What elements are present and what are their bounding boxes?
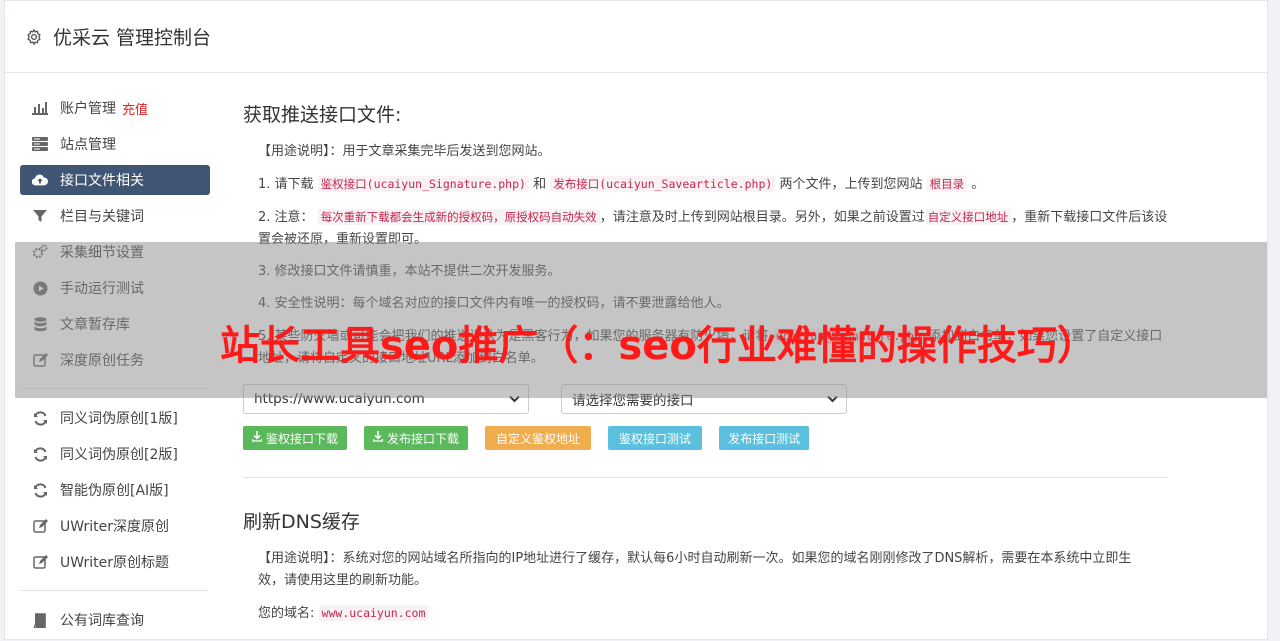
sidebar-item-label: UWriter原创标题 — [60, 555, 169, 571]
sidebar-item-label: 栏目与关键词 — [60, 209, 144, 225]
sign-test-label: 鉴权接口测试 — [619, 431, 692, 446]
filter-icon — [32, 208, 48, 224]
sidebar-item-public-dictionary[interactable]: 公有词库查询 — [20, 605, 210, 635]
recharge-link[interactable]: 充值 — [122, 99, 148, 118]
sidebar-item-synonym-v2[interactable]: 同义词伪原创[2版] — [20, 439, 210, 469]
sidebar-item-label: UWriter深度原创 — [60, 519, 169, 535]
sidebar-item-sites[interactable]: 站点管理 — [20, 129, 210, 159]
sidebar-item-label: 接口文件相关 — [60, 173, 144, 189]
sidebar-item-ai-rewrite[interactable]: 智能伪原创[AI版] — [20, 475, 210, 505]
regenerate-warning-code: 每次重新下载都会生成新的授权码，原授权码自动失效 — [317, 209, 600, 225]
overlay-headline: 站长工具seo推广（：seo行业难懂的操作技巧） — [220, 323, 1097, 369]
section-title-interface: 获取推送接口文件: — [243, 104, 402, 126]
sidebar-item-label: 账户管理 — [60, 101, 116, 117]
sidebar-divider — [20, 590, 208, 591]
usage-text: 【用途说明】：用于文章采集完毕后发送到您网站。 — [258, 144, 551, 159]
publish-download-button[interactable]: 发布接口下载 — [364, 426, 469, 450]
custom-sign-label: 自定义鉴权地址 — [496, 431, 581, 446]
sign-test-button[interactable]: 鉴权接口测试 — [608, 426, 703, 450]
sign-download-button[interactable]: 鉴权接口下载 — [243, 426, 348, 450]
book-icon — [32, 612, 48, 628]
sidebar-item-label: 同义词伪原创[1版] — [60, 411, 178, 427]
sign-download-label: 鉴权接口下载 — [266, 431, 339, 446]
gear-icon — [25, 28, 43, 46]
custom-interface-code: 自定义接口地址 — [924, 209, 1012, 225]
custom-sign-button[interactable]: 自定义鉴权地址 — [485, 426, 592, 450]
domain-line: 您的域名: www.ucaiyun.com — [258, 602, 1168, 625]
button-row: 鉴权接口下载 发布接口下载 自定义鉴权地址 鉴权接口测试 发布接口测试 — [243, 426, 1168, 450]
section-divider — [243, 477, 1168, 478]
domain-label: 您的域名: — [258, 606, 315, 621]
sidebar-item-uwriter-deep[interactable]: UWriter深度原创 — [20, 511, 210, 541]
page-title: 优采云 管理控制台 — [53, 27, 212, 49]
edit-icon — [32, 554, 48, 570]
root-dir-code: 根目录 — [926, 176, 968, 192]
publish-test-label: 发布接口测试 — [728, 431, 801, 446]
refresh-icon — [32, 410, 48, 426]
sidebar-item-interface-files[interactable]: 接口文件相关 — [20, 165, 210, 195]
server-icon — [32, 136, 48, 152]
page-header: 优采云 管理控制台 — [5, 1, 1267, 73]
step-1-and: 和 — [533, 177, 547, 192]
sidebar-item-label: 智能伪原创[AI版] — [60, 483, 169, 499]
download-icon — [372, 431, 384, 445]
step-1-end: 。 — [971, 177, 985, 192]
sidebar-item-account[interactable]: 账户管理 充值 — [20, 93, 210, 123]
domain-value: www.ucaiyun.com — [318, 605, 429, 621]
download-icon — [251, 431, 263, 445]
refresh-icon — [32, 446, 48, 462]
edit-icon — [32, 518, 48, 534]
step-1-mid: 两个文件，上传到您网站 — [779, 177, 923, 192]
sidebar-item-label: 公有词库查询 — [60, 613, 144, 629]
sidebar-item-synonym-v1[interactable]: 同义词伪原创[1版] — [20, 403, 210, 433]
savearticle-file-code: 发布接口(ucaiyun_Savearticle.php) — [550, 176, 776, 192]
section-title-dns: 刷新DNS缓存 — [243, 511, 360, 533]
sidebar-item-columns-keywords[interactable]: 栏目与关键词 — [20, 201, 210, 231]
publish-test-button[interactable]: 发布接口测试 — [719, 426, 810, 450]
signature-file-code: 鉴权接口(ucaiyun_Signature.php) — [317, 176, 529, 192]
dns-usage-text: 【用途说明】：系统对您的网站域名所指向的IP地址进行了缓存，默认每6小时自动刷新… — [258, 551, 1132, 588]
cloud-upload-icon — [32, 172, 48, 188]
sidebar-item-label: 同义词伪原创[2版] — [60, 447, 178, 463]
step-2-mid: ，请注意及时上传到网站根目录。另外，如果之前设置过 — [599, 210, 925, 225]
refresh-icon — [32, 482, 48, 498]
sidebar-item-label: 站点管理 — [60, 137, 116, 153]
sidebar-item-uwriter-title[interactable]: UWriter原创标题 — [20, 547, 210, 577]
publish-download-label: 发布接口下载 — [387, 431, 460, 446]
step-2-prefix: 2. 注意： — [258, 210, 314, 225]
step-1-prefix: 1. 请下载 — [258, 177, 314, 192]
bar-chart-icon — [32, 100, 48, 116]
step-1: 1. 请下载 鉴权接口(ucaiyun_Signature.php) 和 发布接… — [258, 173, 1168, 196]
